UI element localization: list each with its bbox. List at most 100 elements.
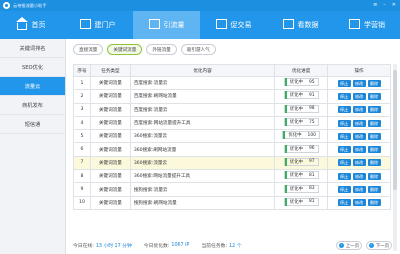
cell-content: 搜狗搜索:流量云 xyxy=(129,182,276,197)
nav-learn[interactable]: 学营销 xyxy=(334,11,400,39)
progress-badge: 优化中 81 xyxy=(283,197,319,206)
tab-keyword-traffic[interactable]: 关键词流量 xyxy=(107,44,143,55)
progress-value: 95 xyxy=(308,79,315,85)
settings-icon[interactable]: ≡ xyxy=(373,2,377,8)
progress-status: 优化中 xyxy=(289,120,303,126)
stop-button[interactable]: 停止 xyxy=(337,146,351,154)
cell-no: 8 xyxy=(73,169,91,184)
cell-actions: 停止 修改 删除 xyxy=(327,129,391,144)
cell-content: 百度搜索:网站流量提升工具 xyxy=(129,115,276,131)
edit-button[interactable]: 修改 xyxy=(352,119,366,127)
col-header-actions: 操作 xyxy=(327,64,391,77)
cell-no: 9 xyxy=(73,182,91,197)
cell-actions: 停止 修改 删除 xyxy=(327,115,391,131)
nav-portal[interactable]: 建门户 xyxy=(62,11,133,39)
sidebar-item-opportunity[interactable]: 商机发布 xyxy=(0,96,65,115)
sidebar-item-sms[interactable]: 短信通 xyxy=(0,115,65,134)
progress-value: 91 xyxy=(308,92,315,98)
delete-button[interactable]: 删除 xyxy=(367,159,381,167)
nav-data[interactable]: 看数据 xyxy=(267,11,334,39)
minimize-icon[interactable]: – xyxy=(383,2,386,8)
stop-button[interactable]: 停止 xyxy=(337,132,351,140)
nav-label: 建门户 xyxy=(94,21,116,29)
edit-button[interactable]: 修改 xyxy=(352,186,366,194)
progress-badge: 优化中 98 xyxy=(283,104,319,113)
tab-attract-visitors[interactable]: 吸引游人气 xyxy=(180,44,216,55)
prev-page-button[interactable]: ‹ 上一页 xyxy=(336,241,362,250)
table-row: 2 关键词流量 百度搜索:刷网站流量 优化中 91 停止 修改 删除 xyxy=(73,89,391,104)
progress-badge: 优化中 83 xyxy=(283,184,319,193)
stop-button[interactable]: 停止 xyxy=(337,106,351,114)
scrollbar-thumb[interactable] xyxy=(393,70,397,190)
edit-button[interactable]: 修改 xyxy=(352,92,366,100)
status-footer: 今日在线: 13 小时 17 分钟 今日优化数: 1067 IP 当前任务数: … xyxy=(66,236,400,254)
edit-button[interactable]: 修改 xyxy=(352,199,366,207)
online-label: 今日在线: xyxy=(73,243,94,249)
main-panel: 直接流量 关键词流量 外链流量 吸引游人气 序号 任务类型 优化内容 优化进度 … xyxy=(66,39,400,254)
pager: ‹ 上一页 › 下一页 xyxy=(336,241,392,250)
stop-button[interactable]: 停止 xyxy=(337,92,351,100)
edit-button[interactable]: 修改 xyxy=(352,146,366,154)
cell-type: 关键词流量 xyxy=(89,155,131,171)
close-icon[interactable]: ✕ xyxy=(392,2,396,8)
cell-actions: 停止 修改 删除 xyxy=(327,75,391,91)
learn-icon xyxy=(349,19,361,31)
app-title: 云帝推流量小助手 xyxy=(13,2,47,8)
edit-button[interactable]: 修改 xyxy=(352,106,366,114)
delete-button[interactable]: 删除 xyxy=(367,199,381,207)
progress-value: 81 xyxy=(308,172,315,178)
tab-external-link-traffic[interactable]: 外链流量 xyxy=(146,44,177,55)
scrollbar[interactable] xyxy=(393,64,397,251)
prev-page-label: 上一页 xyxy=(345,243,360,249)
delete-button[interactable]: 删除 xyxy=(367,186,381,194)
progress-badge: 优化中 81 xyxy=(283,171,319,180)
edit-button[interactable]: 修改 xyxy=(352,159,366,167)
progress-value: 96 xyxy=(308,146,315,152)
table-row: 6 关键词流量 360搜索:刷网站流量 优化中 96 停止 修改 删除 xyxy=(73,142,391,157)
tasks-value: 12 个 xyxy=(229,243,242,249)
next-page-button[interactable]: › 下一页 xyxy=(366,241,392,250)
nav-trade[interactable]: 促交易 xyxy=(200,11,267,39)
nav-home[interactable]: 首页 xyxy=(0,11,62,39)
delete-button[interactable]: 删除 xyxy=(367,92,381,100)
stop-button[interactable]: 停止 xyxy=(337,119,351,127)
sidebar-item-keyword-rank[interactable]: 关键词排名 xyxy=(0,39,65,58)
cell-no: 1 xyxy=(73,75,91,91)
progress-status: 优化中 xyxy=(289,186,303,192)
cell-actions: 停止 修改 删除 xyxy=(327,89,391,104)
sidebar-item-traffic-cloud[interactable]: 流量云 xyxy=(0,77,65,96)
edit-button[interactable]: 修改 xyxy=(352,172,366,180)
stop-button[interactable]: 停止 xyxy=(337,186,351,194)
nav-label: 首页 xyxy=(31,21,46,29)
nav-label: 学营销 xyxy=(364,21,385,29)
table-row: 8 关键词流量 360搜索:网站流量提升工具 优化中 81 停止 修改 删除 xyxy=(73,169,391,184)
edit-button[interactable]: 修改 xyxy=(352,132,366,140)
progress-value: 83 xyxy=(308,186,315,192)
progress-status: 优化中 xyxy=(289,173,303,179)
delete-button[interactable]: 删除 xyxy=(367,172,381,180)
cell-actions: 停止 修改 删除 xyxy=(327,102,391,117)
nav-label: 看数据 xyxy=(297,21,319,29)
home-icon xyxy=(15,17,29,31)
cell-progress: 优化中 98 xyxy=(274,102,329,117)
stop-button[interactable]: 停止 xyxy=(337,172,351,180)
table-row: 5 关键词流量 360搜索:流量云 优化中 100 停止 修改 删除 xyxy=(73,129,391,144)
progress-value: 98 xyxy=(308,106,315,112)
stop-button[interactable]: 停止 xyxy=(337,79,351,87)
cell-progress: 优化中 75 xyxy=(274,115,329,131)
stop-button[interactable]: 停止 xyxy=(337,199,351,207)
cell-content: 百度搜索:刷网站流量 xyxy=(129,89,276,104)
progress-badge: 优化中 91 xyxy=(283,91,319,100)
delete-button[interactable]: 删除 xyxy=(367,106,381,114)
delete-button[interactable]: 删除 xyxy=(367,79,381,87)
delete-button[interactable]: 删除 xyxy=(367,119,381,127)
stop-button[interactable]: 停止 xyxy=(337,159,351,167)
cell-actions: 停止 修改 删除 xyxy=(327,155,391,171)
delete-button[interactable]: 删除 xyxy=(367,146,381,154)
delete-button[interactable]: 删除 xyxy=(367,132,381,140)
cell-actions: 停止 修改 删除 xyxy=(327,195,391,210)
edit-button[interactable]: 修改 xyxy=(352,79,366,87)
tab-direct-traffic[interactable]: 直接流量 xyxy=(73,44,104,55)
sidebar-item-seo[interactable]: SEO优化 xyxy=(0,58,65,77)
nav-traffic[interactable]: 引流量 xyxy=(133,11,200,39)
